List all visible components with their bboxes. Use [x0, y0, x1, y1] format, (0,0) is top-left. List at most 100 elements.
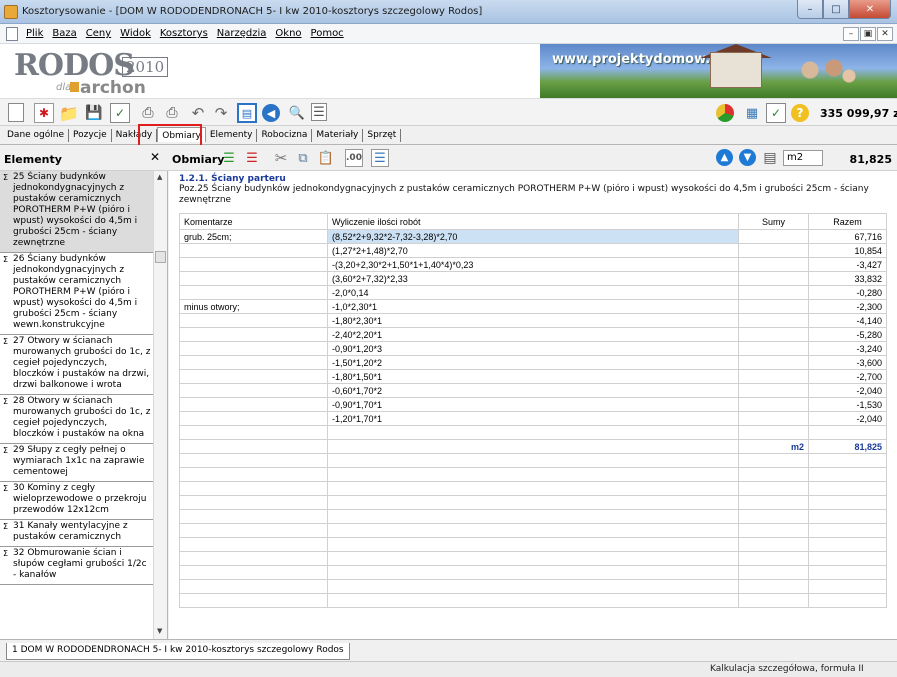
empty-cell[interactable] — [327, 453, 739, 468]
mdi-close-button[interactable]: ✕ — [877, 27, 893, 41]
formula-cell[interactable]: -0,60*1,70*2 — [327, 383, 739, 398]
empty-row[interactable] — [179, 565, 887, 580]
table-row[interactable]: -1,80*1,50*1 -2,700 — [179, 369, 887, 384]
scroll-down-icon[interactable]: ▼ — [157, 627, 162, 635]
empty-cell[interactable] — [179, 481, 328, 496]
menu-okno[interactable]: Okno — [275, 28, 301, 39]
empty-cell[interactable] — [179, 509, 328, 524]
empty-row[interactable] — [179, 523, 887, 538]
table-row[interactable]: minus otwory; -1,0*2,30*1 -2,300 — [179, 299, 887, 314]
formula-cell[interactable]: -0,90*1,20*3 — [327, 341, 739, 356]
panel-view-icon[interactable]: ▤ — [237, 103, 257, 123]
tab-dane-ogolne[interactable]: Dane ogólne — [3, 129, 70, 142]
empty-cell[interactable] — [179, 523, 328, 538]
table-row[interactable]: -1,50*1,20*2 -3,600 — [179, 355, 887, 370]
empty-cell[interactable] — [738, 467, 809, 482]
empty-cell[interactable] — [738, 509, 809, 524]
formula-cell[interactable]: -2,0*0,14 — [327, 285, 739, 300]
formula-cell[interactable]: -1,80*2,30*1 — [327, 313, 739, 328]
total-cell[interactable]: -2,040 — [808, 383, 887, 398]
empty-row[interactable] — [179, 537, 887, 552]
back-arrow-icon[interactable]: ◀ — [262, 104, 280, 122]
empty-cell[interactable] — [327, 593, 739, 608]
menu-widok[interactable]: Widok — [120, 28, 151, 39]
pie-chart-icon[interactable] — [716, 104, 734, 122]
menu-ceny[interactable]: Ceny — [86, 28, 111, 39]
empty-cell[interactable] — [327, 495, 739, 510]
sum-cell[interactable] — [738, 397, 809, 412]
comment-cell[interactable] — [179, 411, 328, 426]
empty-row[interactable] — [179, 579, 887, 594]
empty-row[interactable] — [179, 551, 887, 566]
scroll-up-icon[interactable]: ▲ — [157, 173, 162, 181]
comment-cell[interactable] — [179, 397, 328, 412]
empty-row[interactable] — [179, 593, 887, 608]
formula-cell[interactable]: -(3,20+2,30*2+1,50*1+1,40*4)*0,23 — [327, 257, 739, 272]
empty-row[interactable] — [179, 495, 887, 510]
check-icon[interactable]: ✓ — [110, 103, 130, 123]
unit-field[interactable]: m2 — [783, 150, 823, 166]
table-row[interactable] — [179, 425, 887, 440]
empty-cell[interactable] — [738, 453, 809, 468]
document-tab[interactable]: 1 DOM W RODODENDRONACH 5- I kw 2010-kosz… — [6, 643, 350, 660]
menu-plik[interactable]: Plik — [26, 28, 43, 39]
sum-cell[interactable] — [738, 383, 809, 398]
empty-cell[interactable] — [808, 453, 887, 468]
comment-cell[interactable] — [179, 257, 328, 272]
undo-icon[interactable]: ↶ — [188, 103, 208, 123]
list-item[interactable]: Σ 30 Kominy z cegły wieloprzewodowe o prz… — [0, 482, 153, 520]
sum-cell[interactable] — [738, 229, 809, 244]
empty-cell[interactable] — [808, 523, 887, 538]
comment-cell[interactable]: minus otwory; — [179, 299, 328, 314]
menu-pomoc[interactable]: Pomoc — [311, 28, 344, 39]
add-row-icon[interactable]: ☰ — [220, 149, 238, 167]
empty-cell[interactable] — [808, 481, 887, 496]
empty-cell[interactable] — [808, 593, 887, 608]
empty-cell[interactable] — [179, 425, 328, 440]
title-bar[interactable]: Kosztorysowanie - [DOM W RODODENDRONACH … — [0, 0, 897, 24]
sum-cell[interactable] — [738, 243, 809, 258]
banner-advert[interactable]: www.projektydomow.pl — [540, 44, 897, 98]
formula-cell[interactable]: -2,40*2,20*1 — [327, 327, 739, 342]
sum-icon[interactable]: ▤ — [761, 149, 779, 167]
empty-cell[interactable] — [327, 579, 739, 594]
empty-cell[interactable] — [327, 565, 739, 580]
number-format-icon[interactable]: .00 — [345, 149, 363, 167]
table-row[interactable]: -1,20*1,70*1 -2,040 — [179, 411, 887, 426]
calculate-icon[interactable]: ☰ — [371, 149, 389, 167]
empty-cell[interactable] — [327, 537, 739, 552]
minimize-button[interactable]: – — [797, 0, 823, 19]
sum-cell[interactable] — [738, 327, 809, 342]
sum-cell[interactable] — [738, 369, 809, 384]
sum-cell[interactable] — [738, 285, 809, 300]
empty-cell[interactable] — [738, 579, 809, 594]
sum-cell[interactable] — [738, 257, 809, 272]
tab-sprzet[interactable]: Sprzęt — [363, 129, 402, 142]
empty-row[interactable] — [179, 453, 887, 468]
tab-naklady[interactable]: Nakłady — [112, 129, 158, 142]
total-cell[interactable]: -3,427 — [808, 257, 887, 272]
comment-cell[interactable] — [179, 313, 328, 328]
total-cell[interactable]: -1,530 — [808, 397, 887, 412]
new-estimate-icon[interactable]: ✱ — [34, 103, 54, 123]
list-item[interactable]: Σ 25 Ściany budynków jednokondygnacyjnych… — [0, 171, 153, 253]
empty-cell[interactable] — [327, 551, 739, 566]
empty-cell[interactable] — [738, 537, 809, 552]
close-window-button[interactable]: ✕ — [849, 0, 891, 19]
empty-cell[interactable] — [738, 551, 809, 566]
menu-narzedzia[interactable]: Narzędzia — [217, 28, 267, 39]
mdi-minimize-button[interactable]: – — [843, 27, 859, 41]
total-cell[interactable]: 33,832 — [808, 271, 887, 286]
sum-cell[interactable] — [738, 411, 809, 426]
menu-baza[interactable]: Baza — [52, 28, 76, 39]
comment-cell[interactable] — [179, 341, 328, 356]
table-row[interactable]: -0,90*1,70*1 -1,530 — [179, 397, 887, 412]
list-item[interactable]: Σ 32 Obmurowanie ścian i słupów cegłami g… — [0, 547, 153, 585]
comment-cell[interactable] — [179, 243, 328, 258]
redo-icon[interactable]: ↷ — [211, 103, 231, 123]
table-row[interactable]: -0,60*1,70*2 -2,040 — [179, 383, 887, 398]
comment-cell[interactable] — [179, 327, 328, 342]
list-item[interactable]: Σ 29 Słupy z cegły pełnej o wymiarach 1x1… — [0, 444, 153, 482]
empty-cell[interactable] — [808, 551, 887, 566]
empty-cell[interactable] — [179, 551, 328, 566]
